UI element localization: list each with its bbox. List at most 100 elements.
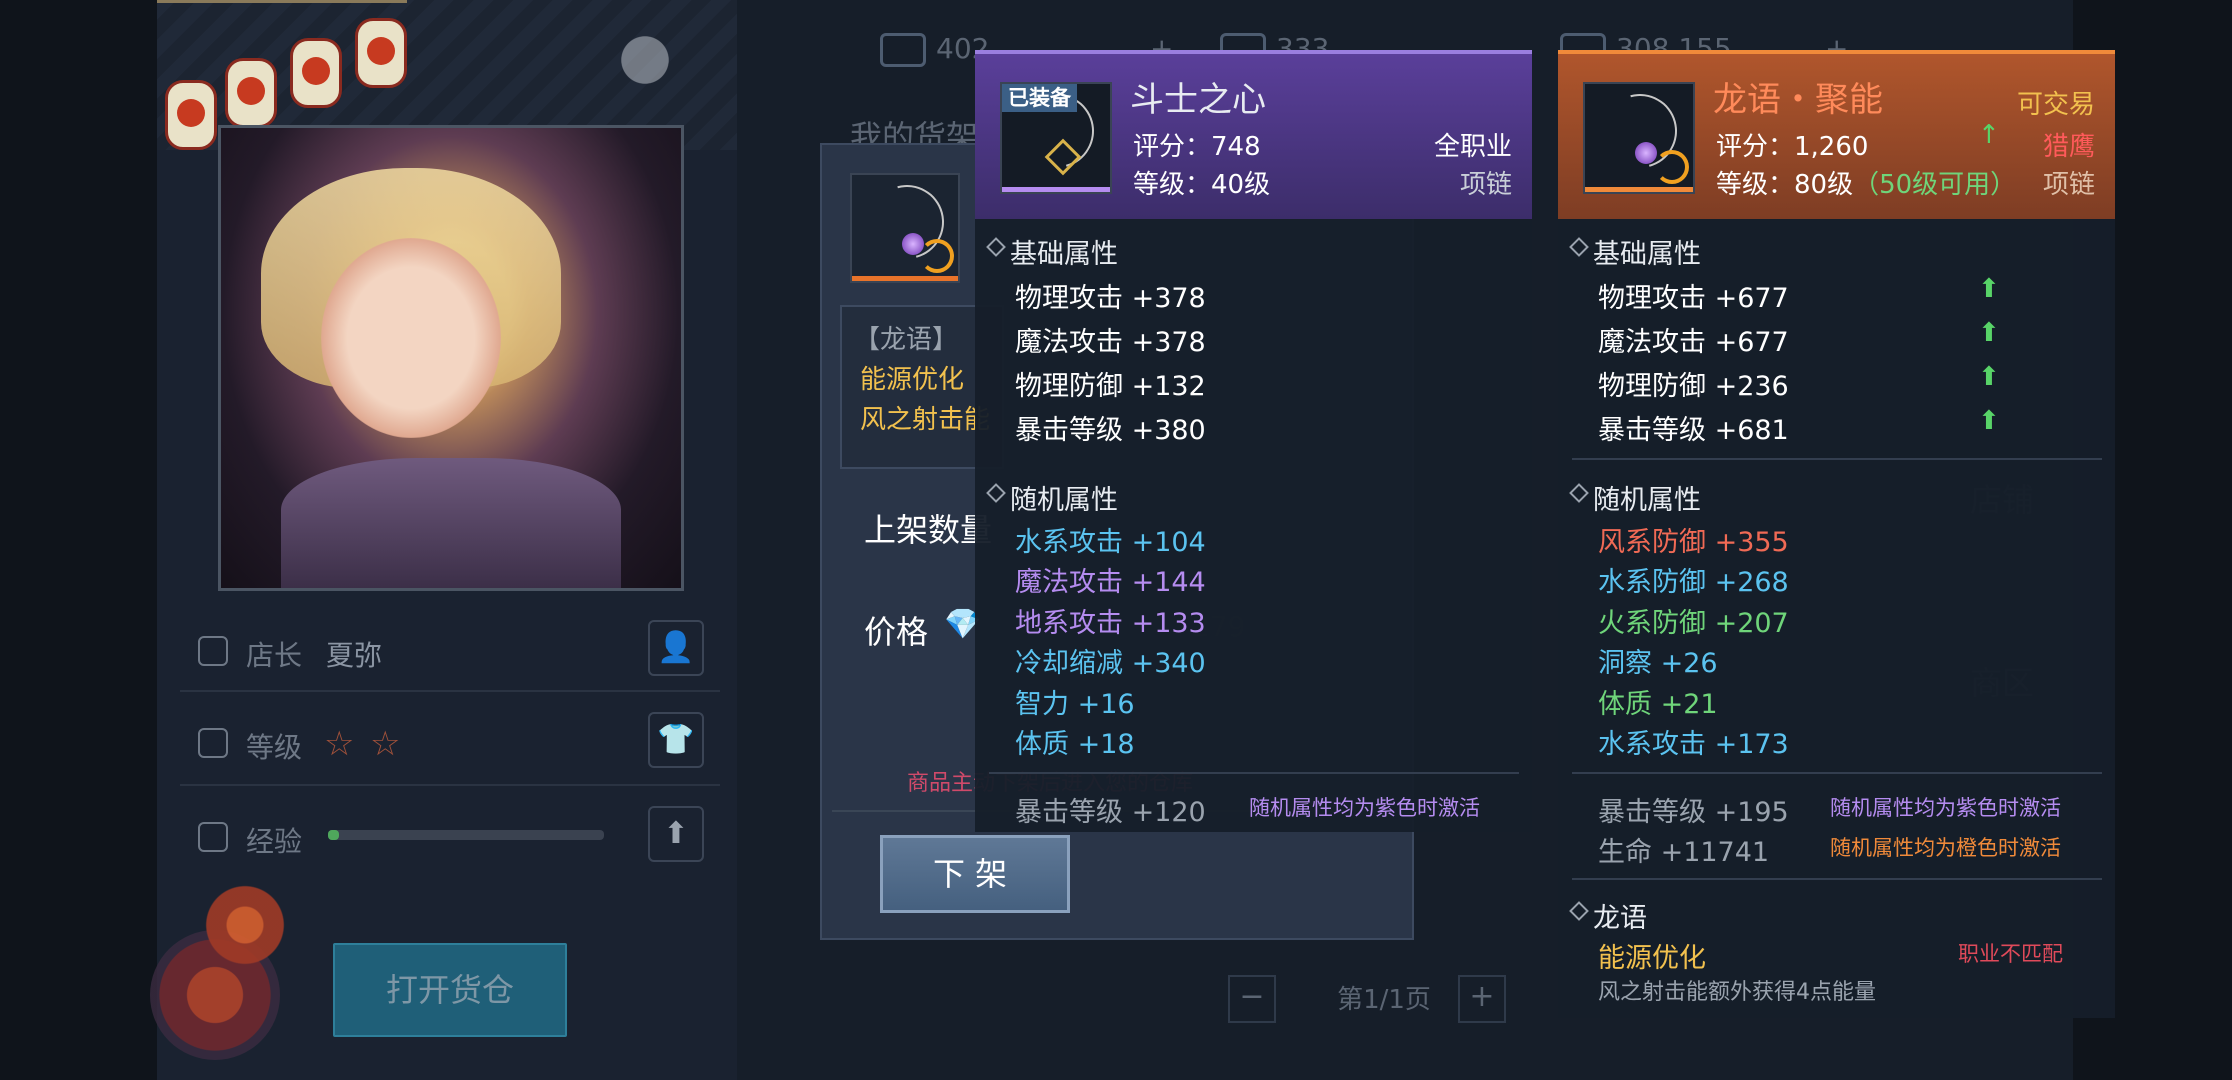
dragon-title: 龙语 xyxy=(1593,903,1647,934)
up-arrow-icon: ↑ xyxy=(1978,120,2000,150)
change-owner-icon[interactable]: 👤 xyxy=(648,620,704,676)
rarity-bar xyxy=(852,276,958,281)
dragon-skill: 能源优化 xyxy=(1598,943,1706,974)
random-attr: 火系防御 +207 xyxy=(1598,608,1789,639)
random-attr: 水系防御 +268 xyxy=(1598,567,1789,598)
lantern-icon xyxy=(225,58,277,128)
divider xyxy=(1572,878,2102,880)
item-class: 全职业 xyxy=(1433,132,1512,162)
set-bonus-attr: 生命 +11741 xyxy=(1598,837,1770,868)
price-label: 价格 xyxy=(864,613,929,651)
lantern-icon xyxy=(165,80,217,150)
base-attr: 暴击等级 +380 xyxy=(1015,415,1206,446)
open-warehouse-button[interactable]: 打开货仓 xyxy=(333,943,567,1037)
tag-icon xyxy=(198,822,228,852)
listed-item-icon[interactable] xyxy=(850,171,960,283)
page-label: 第1/1页 xyxy=(1337,985,1431,1015)
currency-crystal: 402 xyxy=(880,32,989,67)
up-arrow-icon: ⬆ xyxy=(1978,318,2000,348)
owner-name: 夏弥 xyxy=(326,639,383,672)
diamond-bullet-icon xyxy=(1569,237,1589,257)
diamond-bullet-icon xyxy=(986,483,1006,503)
owner-label: 店长 xyxy=(246,639,303,672)
crystal-icon xyxy=(880,33,926,67)
base-attr: 物理攻击 +677 xyxy=(1598,283,1789,314)
level-usable: （50级可用） xyxy=(1853,170,2017,200)
level-badge-icon xyxy=(920,239,954,273)
rarity-bar xyxy=(1002,187,1110,192)
level-row: 等级 ☆ ☆ 👕 xyxy=(198,712,718,768)
exp-label: 经验 xyxy=(246,825,303,858)
desc-skill: 能源优化 xyxy=(860,365,965,395)
equipped-item-tooltip: 已装备 斗士之心 评分：748 等级：40级 全职业 项链 基础属性 物理攻击 … xyxy=(975,50,1532,832)
base-attr: 魔法攻击 +378 xyxy=(1015,327,1206,358)
equipped-item-icon: 已装备 xyxy=(1000,80,1112,194)
up-arrow-icon: ⬆ xyxy=(1978,362,2000,392)
random-attr: 体质 +18 xyxy=(1015,729,1135,760)
gem-icon xyxy=(1635,142,1657,164)
divider xyxy=(180,690,720,692)
item-name: 斗士之心 xyxy=(1130,80,1266,120)
divider xyxy=(989,772,1519,774)
rarity-bar xyxy=(1585,187,1693,192)
portrait-face xyxy=(321,238,501,438)
exp-bar xyxy=(328,830,604,840)
random-attr: 风系防御 +355 xyxy=(1598,527,1789,558)
item-slot: 项链 xyxy=(2042,170,2095,200)
desc-text: 风之射击能 xyxy=(860,405,991,435)
level-label: 等级 xyxy=(246,731,303,764)
random-attr-title: 随机属性 xyxy=(1010,485,1118,516)
item-level: 等级：40级 xyxy=(1133,170,1271,200)
random-attr: 洞察 +26 xyxy=(1598,648,1718,679)
item-score: 评分：1,260 xyxy=(1716,132,1869,162)
divider xyxy=(180,784,720,786)
item-score: 评分：748 xyxy=(1133,132,1261,162)
item-class: 猎鹰 xyxy=(2042,132,2095,162)
desc-tag: 【龙语】 xyxy=(854,325,959,355)
upgrade-icon[interactable]: ⬆ xyxy=(648,806,704,862)
lantern-icon xyxy=(290,38,342,108)
lantern-string xyxy=(157,0,407,3)
item-slot: 项链 xyxy=(1459,170,1512,200)
delist-button[interactable]: 下架 xyxy=(880,835,1070,913)
random-attr: 智力 +16 xyxy=(1015,689,1135,720)
random-attr: 水系攻击 +173 xyxy=(1598,729,1789,760)
random-attr: 地系攻击 +133 xyxy=(1015,608,1206,639)
class-mismatch-label: 职业不匹配 xyxy=(1958,942,2063,966)
exp-bar-fill xyxy=(328,830,340,840)
portrait-outfit xyxy=(281,458,621,588)
random-attr-title: 随机属性 xyxy=(1593,485,1701,516)
tradable-label: 可交易 xyxy=(2016,90,2095,120)
compare-item-icon xyxy=(1583,80,1695,194)
shop-owner-portrait xyxy=(218,125,684,591)
next-page-button[interactable]: + xyxy=(1458,975,1506,1023)
pager: − 第1/1页 + xyxy=(1228,975,1548,1023)
set-bonus-attr: 暴击等级 +120 xyxy=(1015,797,1206,828)
base-attr-title: 基础属性 xyxy=(1010,239,1118,270)
up-arrow-icon: ⬆ xyxy=(1978,406,2000,436)
level-badge-icon xyxy=(1655,150,1689,184)
base-attr: 魔法攻击 +677 xyxy=(1598,327,1789,358)
set-bonus-attr: 暴击等级 +195 xyxy=(1598,797,1789,828)
random-attr: 冷却缩减 +340 xyxy=(1015,648,1206,679)
item-name: 龙语・聚能 xyxy=(1713,80,1883,120)
quantity-label: 上架数量 xyxy=(864,511,993,549)
tag-icon xyxy=(198,728,228,758)
diamond-bullet-icon xyxy=(1569,483,1589,503)
item-level: 等级：80级（50级可用） xyxy=(1716,164,2016,201)
base-attr: 物理防御 +132 xyxy=(1015,371,1206,402)
lantern-icon xyxy=(355,18,407,88)
crane-decoration xyxy=(590,5,700,115)
base-attr: 物理攻击 +378 xyxy=(1015,283,1206,314)
base-attr: 暴击等级 +681 xyxy=(1598,415,1789,446)
tooltip-header: 龙语・聚能 评分：1,260 ↑ 等级：80级（50级可用） 可交易 猎鹰 项链 xyxy=(1558,50,2115,219)
outfit-icon[interactable]: 👕 xyxy=(648,712,704,768)
diamond-bullet-icon xyxy=(986,237,1006,257)
prev-page-button[interactable]: − xyxy=(1228,975,1276,1023)
compare-item-tooltip: 龙语・聚能 评分：1,260 ↑ 等级：80级（50级可用） 可交易 猎鹰 项链… xyxy=(1558,50,2115,1018)
divider xyxy=(1572,458,2102,460)
tag-icon xyxy=(198,636,228,666)
diamond-bullet-icon xyxy=(1569,901,1589,921)
random-attr: 魔法攻击 +144 xyxy=(1015,567,1206,598)
random-attr: 水系攻击 +104 xyxy=(1015,527,1206,558)
